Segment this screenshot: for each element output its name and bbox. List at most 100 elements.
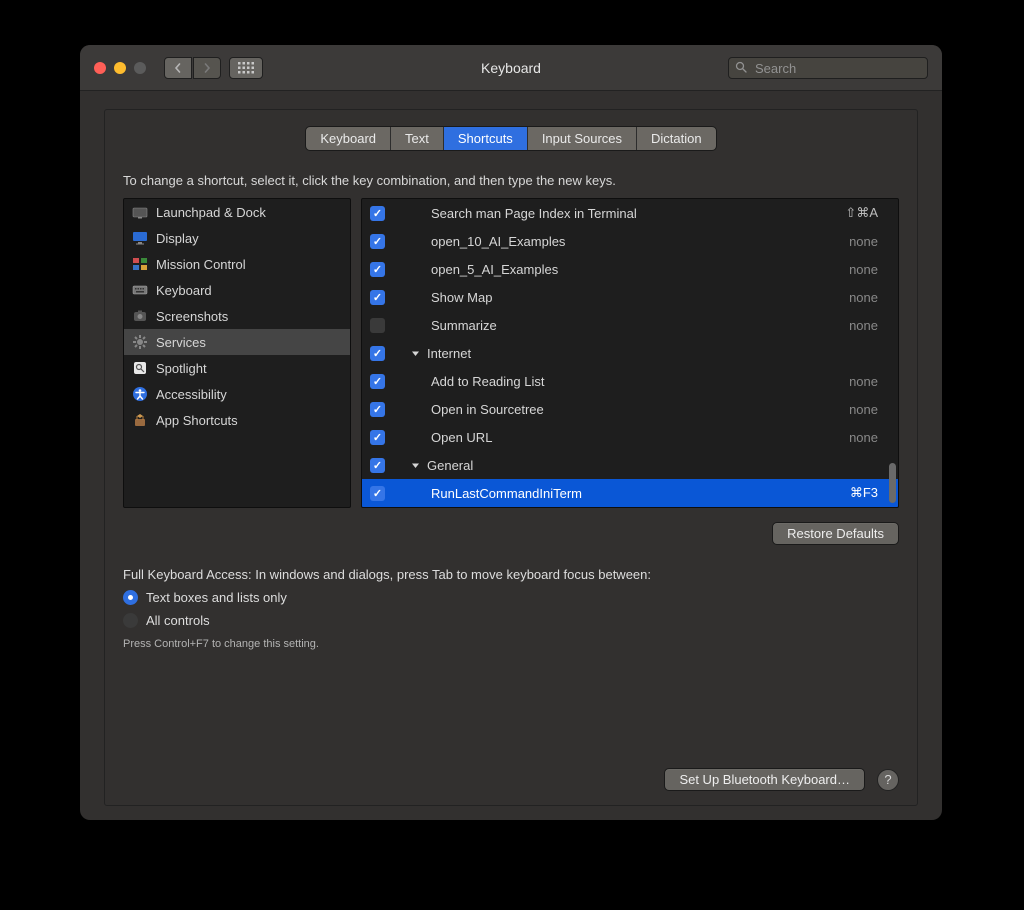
shortcut-keys[interactable]: none — [849, 402, 890, 417]
sidebar-item-label: Mission Control — [156, 257, 246, 272]
shortcut-name: open_10_AI_Examples — [431, 234, 843, 249]
chevron-down-icon[interactable] — [411, 349, 421, 358]
display-icon — [132, 230, 148, 246]
shortcut-name: RunLastCommandIniTerm — [431, 486, 844, 501]
shortcut-row[interactable]: ✓ Search man Page Index in Terminal ⇧⌘A — [362, 199, 898, 227]
shortcut-row[interactable]: ✓ Summarize none — [362, 311, 898, 339]
app-shortcuts-icon — [132, 412, 148, 428]
restore-defaults-button[interactable]: Restore Defaults — [772, 522, 899, 545]
tab-text[interactable]: Text — [391, 127, 444, 150]
checkbox[interactable]: ✓ — [370, 430, 385, 445]
help-button[interactable]: ? — [877, 769, 899, 791]
fka-option-all-label: All controls — [146, 613, 210, 628]
tabbar: KeyboardTextShortcutsInput SourcesDictat… — [123, 126, 899, 151]
screenshots-icon — [132, 308, 148, 324]
sidebar-item-label: Screenshots — [156, 309, 228, 324]
group-row[interactable]: ✓General — [362, 451, 898, 479]
nav-buttons — [164, 57, 221, 79]
minimize-icon[interactable] — [114, 62, 126, 74]
scrollbar-thumb[interactable] — [889, 463, 896, 503]
shortcut-name: Open in Sourcetree — [431, 402, 843, 417]
close-icon[interactable] — [94, 62, 106, 74]
checkbox[interactable]: ✓ — [370, 458, 385, 473]
spotlight-icon — [132, 360, 148, 376]
tab-segmented-control[interactable]: KeyboardTextShortcutsInput SourcesDictat… — [305, 126, 716, 151]
search-wrap — [728, 57, 928, 79]
radio-off-icon — [123, 613, 138, 628]
chevron-down-icon[interactable] — [411, 461, 421, 470]
sidebar-item-spotlight[interactable]: Spotlight — [124, 355, 350, 381]
bluetooth-keyboard-button[interactable]: Set Up Bluetooth Keyboard… — [664, 768, 865, 791]
tab-keyboard[interactable]: Keyboard — [306, 127, 391, 150]
shortcut-keys[interactable]: none — [849, 374, 890, 389]
shortcut-keys[interactable]: none — [849, 318, 890, 333]
shortcut-row[interactable]: ✓ Show Map none — [362, 283, 898, 311]
search-icon — [735, 61, 747, 76]
shortcut-name: open_5_AI_Examples — [431, 262, 843, 277]
tab-input-sources[interactable]: Input Sources — [528, 127, 637, 150]
sidebar-item-keyboard[interactable]: Keyboard — [124, 277, 350, 303]
window-traffic-lights — [80, 62, 146, 74]
sidebar-item-label: Launchpad & Dock — [156, 205, 266, 220]
sidebar-item-app-shortcuts[interactable]: App Shortcuts — [124, 407, 350, 433]
checkbox[interactable]: ✓ — [370, 346, 385, 361]
sidebar-item-accessibility[interactable]: Accessibility — [124, 381, 350, 407]
sidebar-item-label: App Shortcuts — [156, 413, 238, 428]
checkbox[interactable]: ✓ — [370, 402, 385, 417]
shortcut-name: Internet — [427, 346, 890, 361]
panes: Launchpad & Dock Display Mission Control Ke… — [123, 198, 899, 508]
checkbox[interactable]: ✓ — [370, 374, 385, 389]
fka-section: Full Keyboard Access: In windows and dia… — [123, 567, 899, 650]
checkbox[interactable]: ✓ — [370, 290, 385, 305]
zoom-icon[interactable] — [134, 62, 146, 74]
instruction-text: To change a shortcut, select it, click t… — [123, 173, 899, 188]
group-row[interactable]: ✓ Internet — [362, 339, 898, 367]
shortcut-row[interactable]: ✓ RunLastCommandIniTerm ⌘F3 — [362, 479, 898, 507]
shortcut-keys[interactable]: none — [849, 234, 890, 249]
sidebar-item-services[interactable]: Services — [124, 329, 350, 355]
keyboard-icon — [132, 282, 148, 298]
shortcut-name: Summarize — [431, 318, 843, 333]
sidebar-item-launchpad[interactable]: Launchpad & Dock — [124, 199, 350, 225]
fka-option-all[interactable]: All controls — [123, 613, 899, 628]
shortcut-keys[interactable]: none — [849, 262, 890, 277]
footer: Set Up Bluetooth Keyboard… ? — [123, 732, 899, 791]
shortcut-row[interactable]: ✓ Add to Reading List none — [362, 367, 898, 395]
sidebar-item-label: Spotlight — [156, 361, 207, 376]
shortcut-list[interactable]: ✓ Search man Page Index in Terminal ⇧⌘A ✓ op… — [361, 198, 899, 508]
sidebar-item-mission-control[interactable]: Mission Control — [124, 251, 350, 277]
checkbox[interactable]: ✓ — [370, 206, 385, 221]
shortcut-name: Show Map — [431, 290, 843, 305]
fka-hint: Press Control+F7 to change this setting. — [123, 638, 899, 650]
shortcut-keys[interactable]: ⌘F3 — [850, 485, 890, 501]
fka-option-textboxes-label: Text boxes and lists only — [146, 590, 287, 605]
checkbox[interactable]: ✓ — [370, 318, 385, 333]
back-button[interactable] — [164, 57, 192, 79]
show-all-button[interactable] — [229, 57, 263, 79]
shortcut-row[interactable]: ✓ open_10_AI_Examples none — [362, 227, 898, 255]
shortcut-keys[interactable]: ⇧⌘A — [845, 205, 890, 221]
checkbox[interactable]: ✓ — [370, 262, 385, 277]
mission-control-icon — [132, 256, 148, 272]
tab-shortcuts[interactable]: Shortcuts — [444, 127, 528, 150]
launchpad-icon — [132, 204, 148, 220]
shortcut-row[interactable]: ✓ Open in Sourcetree none — [362, 395, 898, 423]
checkbox[interactable]: ✓ — [370, 234, 385, 249]
shortcut-keys[interactable]: none — [849, 290, 890, 305]
fka-heading: Full Keyboard Access: In windows and dia… — [123, 567, 899, 582]
tab-dictation[interactable]: Dictation — [637, 127, 716, 150]
sidebar-item-label: Keyboard — [156, 283, 212, 298]
shortcut-name: Add to Reading List — [431, 374, 843, 389]
inner-frame: KeyboardTextShortcutsInput SourcesDictat… — [104, 109, 918, 806]
shortcut-keys[interactable]: none — [849, 430, 890, 445]
shortcut-row[interactable]: ✓Open URLnone — [362, 423, 898, 451]
search-input[interactable] — [728, 57, 928, 79]
category-list[interactable]: Launchpad & Dock Display Mission Control Ke… — [123, 198, 351, 508]
shortcut-row[interactable]: ✓ open_5_AI_Examples none — [362, 255, 898, 283]
shortcut-name: Search man Page Index in Terminal — [431, 206, 839, 221]
fka-option-textboxes[interactable]: Text boxes and lists only — [123, 590, 899, 605]
checkbox[interactable]: ✓ — [370, 486, 385, 501]
sidebar-item-screenshots[interactable]: Screenshots — [124, 303, 350, 329]
sidebar-item-display[interactable]: Display — [124, 225, 350, 251]
forward-button[interactable] — [193, 57, 221, 79]
